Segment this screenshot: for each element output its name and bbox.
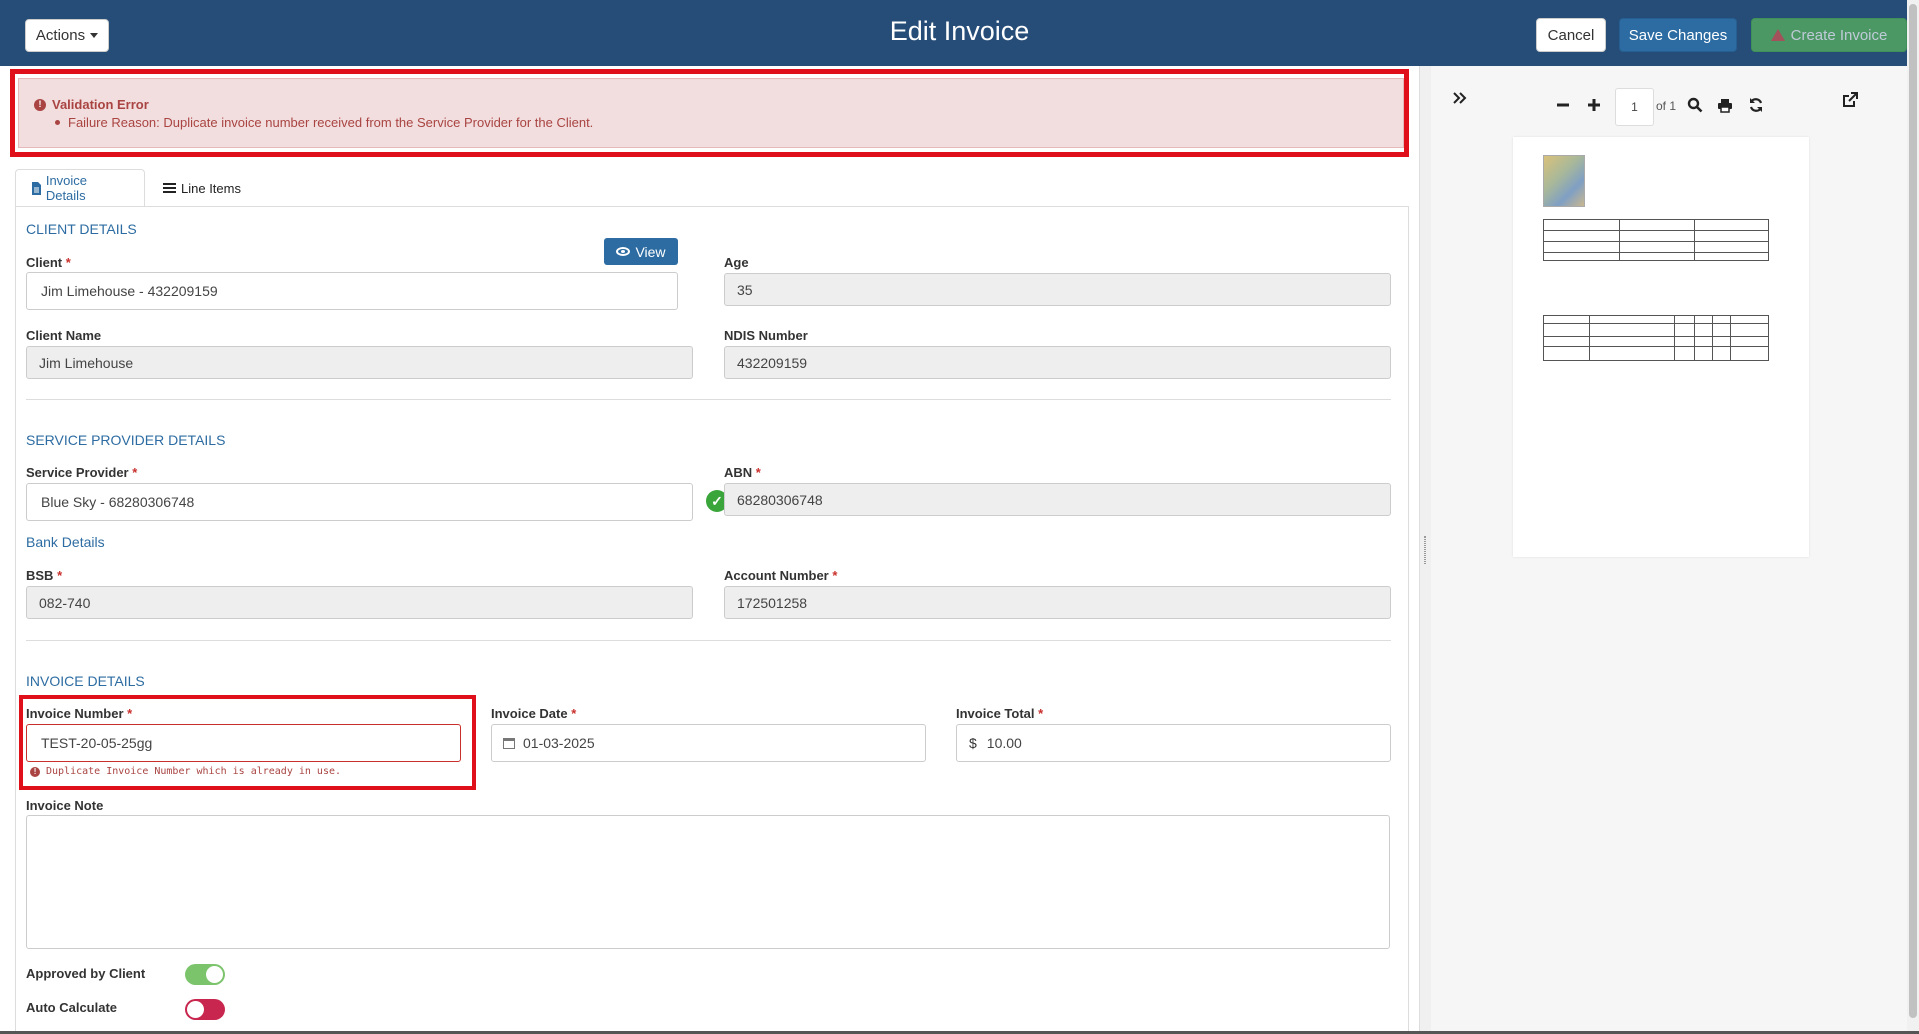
view-client-button[interactable]: View — [604, 238, 678, 265]
chevrons-right-icon[interactable] — [1452, 90, 1468, 111]
zoom-out-minus-icon[interactable] — [1556, 96, 1570, 117]
divider — [26, 399, 1391, 400]
client-name-field: Jim Limehouse — [26, 346, 693, 379]
invoice-total-label: Invoice Total * — [956, 706, 1044, 721]
tab-line-items-label: Line Items — [181, 180, 241, 196]
abn-field: 68280306748 — [724, 483, 1391, 516]
error-circle-icon: ! — [30, 766, 40, 777]
tab-line-items[interactable]: Line Items — [148, 169, 258, 207]
approved-by-client-toggle[interactable] — [185, 964, 225, 985]
line-items-mini-table — [1543, 315, 1769, 361]
bullet — [55, 120, 60, 125]
ndis-number-label: NDIS Number — [724, 328, 808, 343]
zoom-in-plus-icon[interactable] — [1587, 96, 1601, 117]
invoice-number-label: Invoice Number * — [26, 706, 133, 721]
caret-down-icon — [90, 33, 99, 38]
external-link-icon[interactable] — [1842, 92, 1858, 113]
toggle-knob — [206, 966, 223, 983]
calendar-icon — [503, 737, 515, 749]
invoice-note-textarea[interactable] — [26, 815, 1390, 949]
list-icon — [163, 182, 176, 193]
tab-invoice-details-label: Invoice Details — [45, 173, 88, 203]
service-provider-heading: SERVICE PROVIDER DETAILS — [26, 432, 226, 448]
divider — [26, 640, 1391, 641]
header-mini-table — [1543, 219, 1769, 261]
bank-details-link[interactable]: Bank Details — [26, 534, 105, 550]
bsb-label: BSB * — [26, 568, 63, 583]
service-provider-label: Service Provider * — [26, 465, 138, 480]
file-icon — [32, 181, 41, 195]
error-circle-icon: ! — [34, 98, 46, 111]
page-scrollbar-thumb[interactable] — [1909, 4, 1917, 1018]
service-provider-select[interactable]: Blue Sky - 68280306748 — [26, 483, 693, 521]
top-bar: Edit Invoice Actions Cancel Save Changes… — [0, 0, 1919, 66]
account-number-label: Account Number * — [724, 568, 838, 583]
create-invoice-label: Create Invoice — [1790, 26, 1888, 44]
create-invoice-button[interactable]: Create Invoice — [1751, 18, 1907, 52]
client-name-label: Client Name — [26, 328, 102, 343]
invoice-number-input[interactable]: TEST-20-05-25gg — [26, 724, 461, 762]
cancel-button[interactable]: Cancel — [1536, 18, 1606, 52]
invoice-number-error-text: Duplicate Invoice Number which is alread… — [46, 766, 342, 777]
map-logo-image — [1543, 155, 1585, 207]
invoice-total-value: 10.00 — [986, 735, 1022, 751]
invoice-document-thumbnail — [1513, 137, 1809, 557]
invoice-date-value: 01-03-2025 — [523, 735, 595, 751]
client-label: Client * — [26, 255, 71, 270]
alert-title: Validation Error — [52, 97, 149, 112]
age-label: Age — [724, 255, 749, 270]
tab-invoice-details[interactable]: Invoice Details — [15, 169, 145, 207]
splitter-grip[interactable] — [1424, 536, 1426, 564]
warning-icon — [1770, 29, 1785, 41]
view-label: View — [635, 243, 666, 260]
alert-message-item: Failure Reason: Duplicate invoice number… — [55, 115, 593, 130]
invoice-number-error: ! Duplicate Invoice Number which is alre… — [30, 766, 341, 777]
page-count: of 1 — [1656, 99, 1677, 113]
eye-icon — [616, 247, 631, 256]
client-details-heading: CLIENT DETAILS — [26, 221, 137, 237]
ndis-number-field: 432209159 — [724, 346, 1391, 379]
currency-symbol: $ — [969, 735, 977, 751]
refresh-icon[interactable] — [1748, 97, 1764, 118]
invoice-date-input[interactable]: 01-03-2025 — [491, 724, 926, 762]
save-changes-button[interactable]: Save Changes — [1619, 18, 1737, 52]
page-number-input[interactable]: 1 — [1615, 88, 1654, 126]
toggle-knob — [187, 1001, 204, 1018]
bsb-field: 082-740 — [26, 586, 693, 619]
auto-calculate-label: Auto Calculate — [26, 1000, 118, 1015]
alert-message: Failure Reason: Duplicate invoice number… — [68, 115, 594, 130]
alert-heading: ! Validation Error — [34, 97, 149, 112]
auto-calculate-toggle[interactable] — [185, 999, 225, 1020]
abn-label: ABN * — [724, 465, 761, 480]
print-icon[interactable] — [1717, 97, 1733, 118]
client-select[interactable]: Jim Limehouse - 432209159 — [26, 272, 678, 310]
actions-label: Actions — [35, 27, 86, 44]
search-icon[interactable] — [1687, 97, 1703, 118]
invoice-total-input[interactable]: $ 10.00 — [956, 724, 1391, 762]
account-number-field: 172501258 — [724, 586, 1391, 619]
approved-by-client-label: Approved by Client — [26, 966, 146, 981]
validation-error-alert: ! Validation Error Failure Reason: Dupli… — [18, 78, 1404, 148]
invoice-note-label: Invoice Note — [26, 798, 104, 813]
invoice-date-label: Invoice Date * — [491, 706, 577, 721]
actions-dropdown-button[interactable]: Actions — [25, 19, 109, 52]
invoice-details-heading: INVOICE DETAILS — [26, 673, 145, 689]
age-field: 35 — [724, 273, 1391, 306]
